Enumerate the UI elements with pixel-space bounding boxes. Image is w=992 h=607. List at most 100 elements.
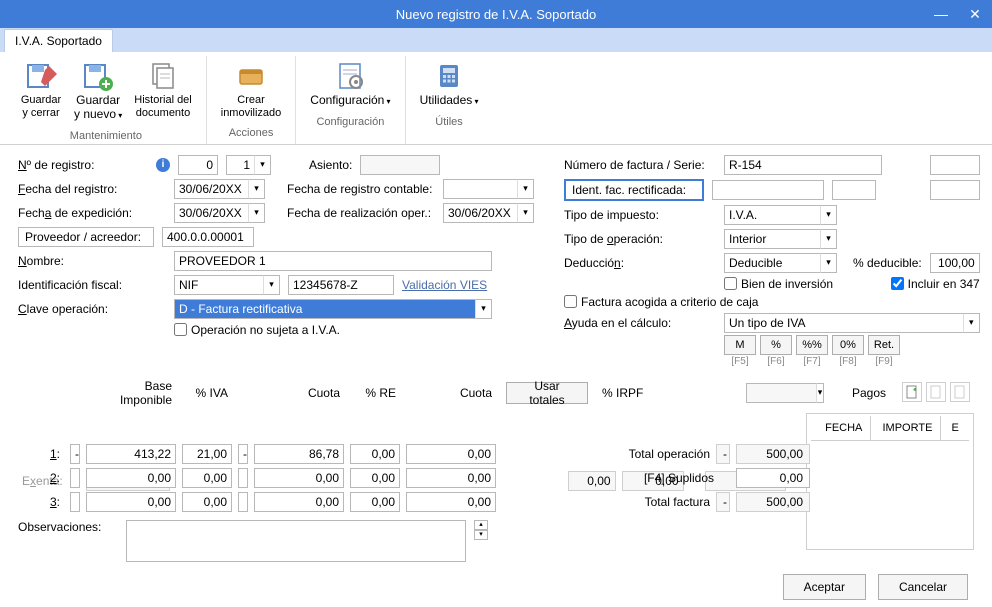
valid-vies-link[interactable]: Validación VIES [402,278,487,292]
nreg-a-input[interactable] [178,155,218,175]
incluir347-box[interactable] [891,277,904,290]
ayuda-dd[interactable]: ▾ [963,313,980,333]
label-fecha-reg: Fecha del registro: [18,182,166,196]
row-cuota2[interactable]: 0,00 [406,468,496,488]
pagos-del-icon[interactable] [950,382,970,402]
row-cneg[interactable] [238,468,248,488]
row-neg[interactable]: - [70,444,80,464]
op-no-sujeta-check[interactable]: Operación no sujeta a I.V.A. [174,323,340,337]
ayuda-input[interactable] [724,313,963,333]
aceptar-button[interactable]: Aceptar [783,574,866,600]
doc-history-button[interactable]: Historial deldocumento [128,56,197,126]
ident-num-input[interactable] [288,275,394,295]
suplidos-val[interactable]: 0,00 [736,468,810,488]
label-suplidos: [F4] Suplidos [594,471,714,485]
row-neg[interactable] [70,492,80,512]
ident-rect-b-input[interactable] [832,180,876,200]
ident-rect-a-input[interactable] [712,180,824,200]
row-cuota[interactable]: 0,00 [254,492,344,512]
nreg-b-dd[interactable]: ▾ [254,155,271,175]
calc-pctpct-button[interactable]: %% [796,335,828,355]
fecha-reg-dd[interactable]: ▾ [248,179,265,199]
row-cneg[interactable]: - [238,444,248,464]
row-piva[interactable]: 0,00 [182,468,232,488]
deduccion-input[interactable] [724,253,820,273]
calc-m-button[interactable]: M [724,335,756,355]
fact-caja-box[interactable] [564,295,577,308]
label-clave-op: Clave operación: [18,302,166,316]
row-pre[interactable]: 0,00 [350,492,400,512]
fecha-reg-cont-input[interactable] [443,179,517,199]
total-op-val: 500,00 [736,444,810,464]
irpf-sel-dd[interactable]: ▾ [816,383,824,403]
tipo-op-dd[interactable]: ▾ [820,229,837,249]
fecha-real-input[interactable] [443,203,517,223]
tabstrip: I.V.A. Soportado [0,28,992,52]
nreg-b-input[interactable] [226,155,254,175]
fecha-reg-input[interactable] [174,179,248,199]
close-button[interactable]: ✕ [958,0,992,28]
pagos-edit-icon[interactable] [926,382,946,402]
fecha-real-dd[interactable]: ▾ [517,203,534,223]
num-fact-input[interactable] [724,155,882,175]
calc-f7-key: [F7] [796,356,828,367]
label-ident-rect[interactable]: Ident. fac. rectificada: [564,179,704,201]
row-neg[interactable] [70,468,80,488]
utils-button[interactable]: Utilidades [414,56,485,112]
row-cuota2[interactable]: 0,00 [406,444,496,464]
nombre-input[interactable] [174,251,492,271]
row-cneg[interactable] [238,492,248,512]
ident-tipo-dd[interactable]: ▾ [263,275,280,295]
pagos-new-icon[interactable] [902,382,922,402]
calc-zero-button[interactable]: 0% [832,335,864,355]
row-cuota[interactable]: 0,00 [254,468,344,488]
fecha-reg-cont-dd[interactable]: ▾ [517,179,534,199]
ident-rect-c-input[interactable] [930,180,980,200]
proveedor-input[interactable] [162,227,254,247]
row-piva[interactable]: 21,00 [182,444,232,464]
row-base[interactable]: 0,00 [86,492,176,512]
incluir347-check[interactable]: Incluir en 347 [891,277,980,291]
row-cuota[interactable]: 86,78 [254,444,344,464]
cancelar-button[interactable]: Cancelar [878,574,968,600]
row-cuota2[interactable]: 0,00 [406,492,496,512]
calc-ret-button[interactable]: Ret. [868,335,900,355]
calc-f5-key: [F5] [724,356,756,367]
save-close-button[interactable]: Guardary cerrar [14,56,68,126]
config-button[interactable]: Configuración [304,56,396,112]
ident-tipo-input[interactable] [174,275,263,295]
deduccion-dd[interactable]: ▾ [820,253,837,273]
minimize-button[interactable]: — [924,0,958,28]
usar-totales-button[interactable]: Usar totales [506,382,588,404]
calc-pct-button[interactable]: % [760,335,792,355]
tipo-imp-dd[interactable]: ▾ [820,205,837,225]
bien-inv-box[interactable] [724,277,737,290]
op-no-sujeta-box[interactable] [174,323,187,336]
observ-textarea[interactable] [126,520,466,562]
pct-deducible-input[interactable] [930,253,980,273]
row-pre[interactable]: 0,00 [350,468,400,488]
bien-inv-check[interactable]: Bien de inversión [724,277,833,291]
info-icon[interactable]: i [156,158,170,172]
serie-input[interactable] [930,155,980,175]
observ-spinner[interactable]: ▴▾ [474,520,488,540]
create-asset-button[interactable]: Crearinmovilizado [215,56,288,123]
fecha-exp-dd[interactable]: ▾ [248,203,265,223]
tipo-imp-input[interactable] [724,205,820,225]
tab-iva-soportado[interactable]: I.V.A. Soportado [4,29,113,52]
save-new-button[interactable]: Guardary nuevo [68,56,128,126]
row-base[interactable]: 413,22 [86,444,176,464]
row-piva[interactable]: 0,00 [182,492,232,512]
fact-caja-check[interactable]: Factura acogida a criterio de caja [564,295,758,309]
row-pre[interactable]: 0,00 [350,444,400,464]
fecha-exp-input[interactable] [174,203,248,223]
label-proveedor[interactable]: Proveedor / acreedor: [18,227,154,247]
tipo-op-input[interactable] [724,229,820,249]
clave-op-input[interactable] [174,299,475,319]
clave-op-dd[interactable]: ▾ [475,299,492,319]
hdr-cuota2: Cuota [406,384,496,402]
pagos-body[interactable] [811,441,969,547]
window-title: Nuevo registro de I.V.A. Soportado [396,7,596,22]
row-base[interactable]: 0,00 [86,468,176,488]
irpf-sel-input[interactable] [746,383,816,403]
